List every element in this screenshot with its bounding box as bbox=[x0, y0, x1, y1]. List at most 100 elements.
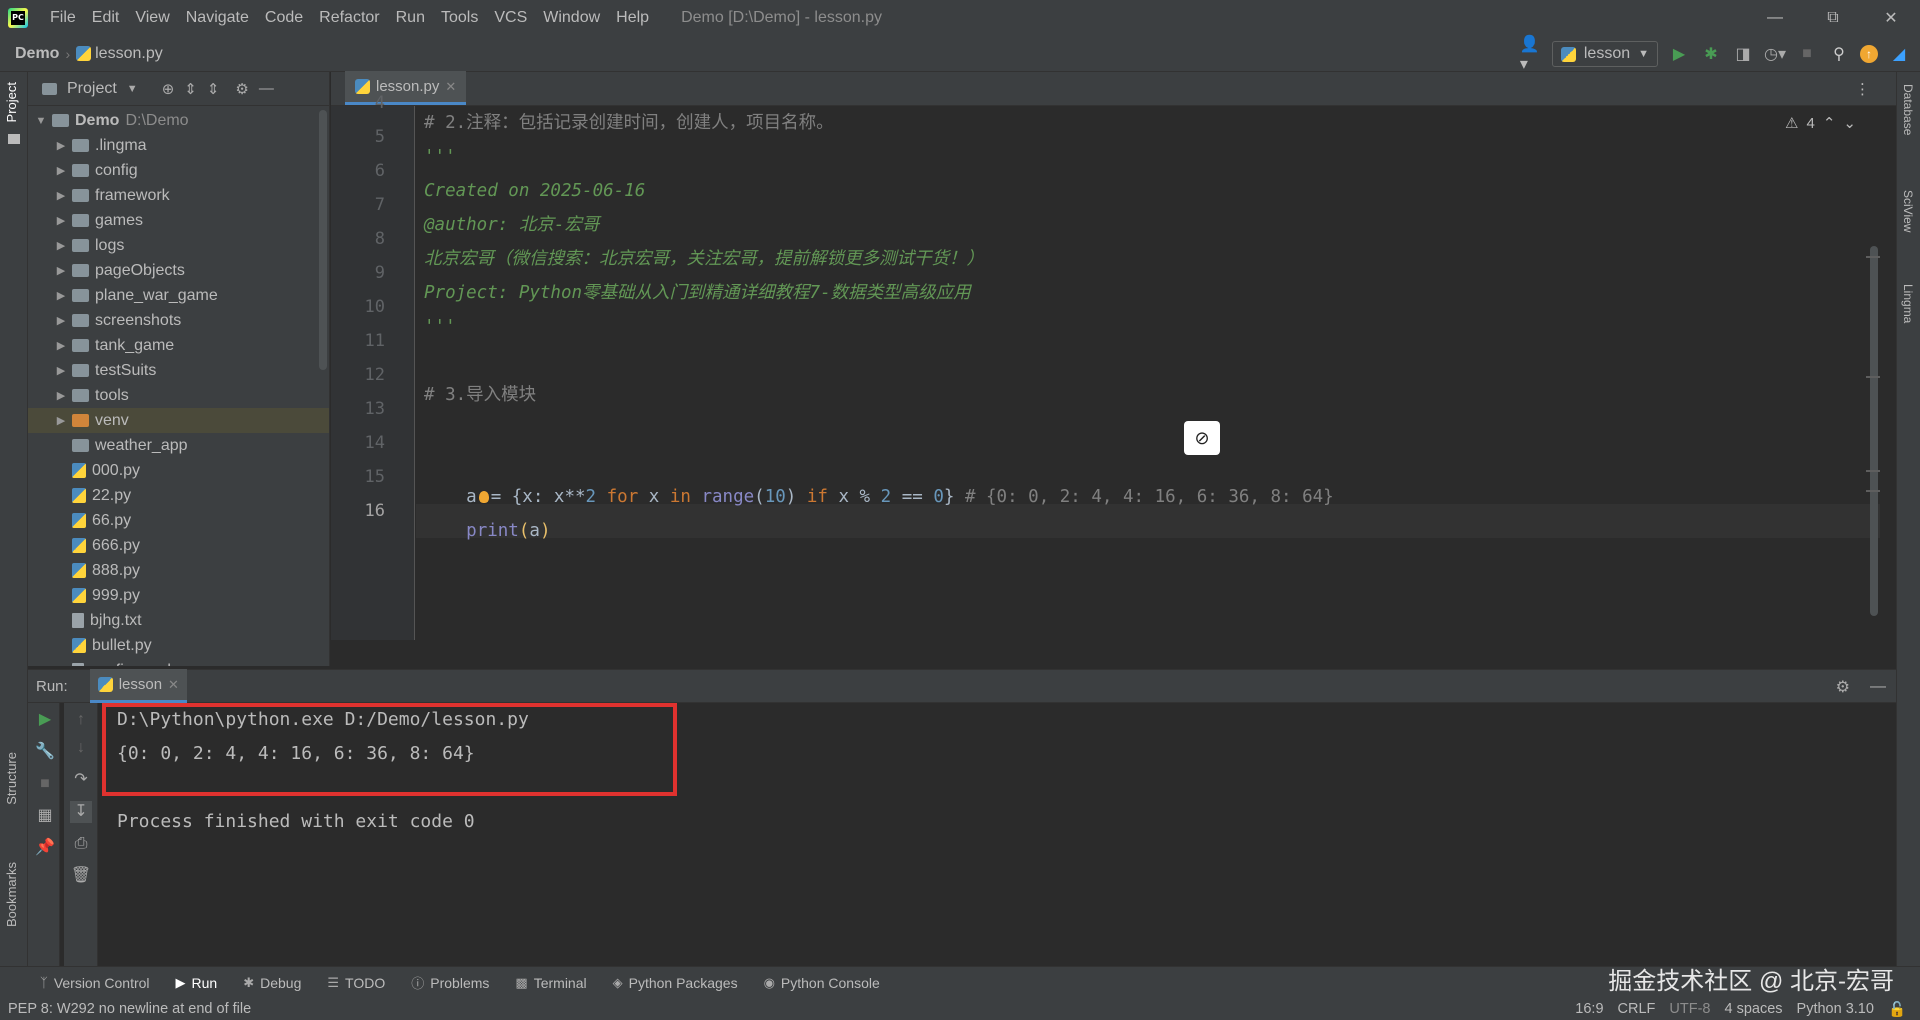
status-message[interactable]: PEP 8: W292 no newline at end of file bbox=[8, 1001, 251, 1017]
scroll-to-end-icon[interactable]: ↧ bbox=[70, 801, 92, 823]
menu-navigate[interactable]: Navigate bbox=[178, 9, 257, 27]
menu-edit[interactable]: Edit bbox=[84, 9, 128, 27]
caret-position[interactable]: 16:9 bbox=[1575, 1001, 1603, 1017]
plugin-icon[interactable]: ◢ bbox=[1888, 43, 1910, 65]
hide-icon[interactable]: — bbox=[1870, 678, 1886, 696]
stop-icon[interactable]: ■ bbox=[34, 773, 56, 795]
menu-code[interactable]: Code bbox=[257, 9, 311, 27]
tool-python-packages[interactable]: ◈ Python Packages bbox=[613, 975, 738, 991]
gear-icon[interactable]: ⚙ bbox=[1836, 677, 1850, 697]
chevron-down-icon[interactable]: ▼ bbox=[127, 83, 138, 95]
gear-icon[interactable]: ⚙ bbox=[235, 80, 248, 98]
stop-icon[interactable]: ■ bbox=[1796, 43, 1818, 65]
chevron-right-icon[interactable]: ▶ bbox=[54, 414, 68, 427]
tree-root[interactable]: ▼ Demo D:\Demo bbox=[28, 108, 329, 133]
tool-version-control[interactable]: ᛉ Version Control bbox=[40, 975, 150, 991]
tree-item[interactable]: 66.py bbox=[28, 508, 329, 533]
coverage-icon[interactable]: ◨ bbox=[1732, 43, 1754, 65]
chevron-down-icon[interactable]: ▼ bbox=[34, 115, 48, 127]
chevron-right-icon[interactable]: ▶ bbox=[54, 389, 68, 402]
close-icon[interactable]: ✕ bbox=[1862, 0, 1920, 36]
soft-wrap-icon[interactable]: ↷ bbox=[70, 769, 92, 791]
lock-icon[interactable]: 🔓 bbox=[1888, 1001, 1906, 1018]
tree-item[interactable]: 666.py bbox=[28, 533, 329, 558]
file-encoding[interactable]: UTF-8 bbox=[1669, 1001, 1710, 1017]
run-config-selector[interactable]: lesson ▼ bbox=[1551, 41, 1658, 67]
debug-icon[interactable]: ✱ bbox=[1700, 43, 1722, 65]
menu-run[interactable]: Run bbox=[388, 9, 433, 27]
menu-view[interactable]: View bbox=[127, 9, 177, 27]
chevron-up-icon[interactable]: ⌃ bbox=[1823, 114, 1836, 132]
chevron-right-icon[interactable]: ▶ bbox=[54, 164, 68, 177]
run-icon[interactable]: ▶ bbox=[1668, 43, 1690, 65]
chevron-right-icon[interactable]: ▶ bbox=[54, 214, 68, 227]
line-separator[interactable]: CRLF bbox=[1618, 1001, 1656, 1017]
layout-icon[interactable]: ▦ bbox=[34, 805, 56, 827]
tree-item[interactable]: ▶ config bbox=[28, 158, 329, 183]
rerun-icon[interactable]: ▶ bbox=[34, 709, 56, 731]
tab-sciview-vertical[interactable]: SciView bbox=[1901, 190, 1915, 232]
search-icon[interactable]: ⚲ bbox=[1828, 43, 1850, 65]
tab-lingma-vertical[interactable]: Lingma bbox=[1901, 284, 1915, 323]
project-scrollbar[interactable] bbox=[319, 110, 327, 370]
tree-item[interactable]: ▶ venv bbox=[28, 408, 329, 433]
editor-scrollbar[interactable] bbox=[1868, 136, 1880, 636]
tree-item[interactable]: ▶ screenshots bbox=[28, 308, 329, 333]
tab-bookmarks-vertical[interactable]: Bookmarks bbox=[4, 862, 19, 927]
chevron-right-icon[interactable]: ▶ bbox=[54, 239, 68, 252]
tree-item[interactable]: ▶ games bbox=[28, 208, 329, 233]
line-number[interactable]: 5 bbox=[331, 120, 385, 154]
chevron-right-icon[interactable]: ▶ bbox=[54, 314, 68, 327]
tool-run[interactable]: ▶ Run bbox=[176, 975, 218, 991]
tree-item[interactable]: ▶ framework bbox=[28, 183, 329, 208]
tree-item[interactable]: ▶ logs bbox=[28, 233, 329, 258]
tool-todo[interactable]: ☰ TODO bbox=[327, 975, 385, 991]
indent-setting[interactable]: 4 spaces bbox=[1724, 1001, 1782, 1017]
arrow-down-icon[interactable]: ↓ bbox=[70, 737, 92, 759]
tree-item[interactable]: weather_app bbox=[28, 433, 329, 458]
expand-all-icon[interactable]: ⇕ bbox=[184, 80, 197, 98]
more-icon[interactable]: ⋮ bbox=[1855, 80, 1870, 98]
arrow-up-icon[interactable]: ↑ bbox=[70, 709, 92, 731]
tree-item[interactable]: ▶ tools bbox=[28, 383, 329, 408]
menu-refactor[interactable]: Refactor bbox=[311, 9, 387, 27]
line-number[interactable]: 10 bbox=[331, 290, 385, 324]
user-icon[interactable]: 👤▾ bbox=[1520, 36, 1542, 73]
tree-item[interactable]: 888.py bbox=[28, 558, 329, 583]
line-number[interactable]: 14 bbox=[331, 426, 385, 460]
tree-item[interactable]: config.yaml bbox=[28, 658, 329, 666]
chevron-right-icon[interactable]: ▶ bbox=[54, 339, 68, 352]
error-stripe-marker[interactable] bbox=[1866, 470, 1880, 472]
tree-item[interactable]: ▶ plane_war_game bbox=[28, 283, 329, 308]
tab-structure-vertical[interactable]: Structure bbox=[4, 752, 19, 805]
tree-item[interactable]: 22.py bbox=[28, 483, 329, 508]
breadcrumb-project[interactable]: Demo bbox=[15, 45, 59, 63]
menu-tools[interactable]: Tools bbox=[433, 9, 486, 27]
line-number[interactable]: 9 bbox=[331, 256, 385, 290]
line-number[interactable]: 6 bbox=[331, 154, 385, 188]
project-view-selector[interactable]: Project bbox=[67, 80, 117, 98]
python-interpreter[interactable]: Python 3.10 bbox=[1797, 1001, 1874, 1017]
tab-project-vertical[interactable]: Project bbox=[4, 82, 19, 122]
trash-icon[interactable]: 🗑 bbox=[70, 865, 92, 887]
menu-help[interactable]: Help bbox=[608, 9, 657, 27]
code-editor[interactable]: ⚠ 4 ⌃ ⌄ # 2.注释：包括记录创建时间，创建人，项目名称。 ''' Cr… bbox=[416, 106, 1880, 640]
breadcrumb-file[interactable]: lesson.py bbox=[76, 45, 163, 63]
close-icon[interactable]: ✕ bbox=[445, 79, 456, 95]
tree-item[interactable]: 000.py bbox=[28, 458, 329, 483]
chevron-right-icon[interactable]: ▶ bbox=[54, 289, 68, 302]
close-icon[interactable]: ✕ bbox=[168, 677, 179, 693]
run-tab-lesson[interactable]: lesson ✕ bbox=[89, 669, 187, 703]
collapse-all-icon[interactable]: ⇕ bbox=[207, 80, 220, 98]
line-number[interactable]: 16 bbox=[331, 494, 385, 528]
run-console[interactable]: D:\Python\python.exe D:/Demo/lesson.py {… bbox=[99, 703, 1896, 966]
minimize-icon[interactable]: — bbox=[1746, 0, 1804, 36]
chevron-right-icon[interactable]: ▶ bbox=[54, 264, 68, 277]
line-number[interactable]: 11 bbox=[331, 324, 385, 358]
line-number[interactable]: 4 bbox=[331, 86, 385, 120]
wrench-icon[interactable]: 🔧 bbox=[34, 741, 56, 763]
menu-file[interactable]: File bbox=[42, 9, 84, 27]
tab-database-vertical[interactable]: Database bbox=[1901, 84, 1915, 135]
print-icon[interactable]: ⎙ bbox=[70, 833, 92, 855]
tree-item[interactable]: bullet.py bbox=[28, 633, 329, 658]
